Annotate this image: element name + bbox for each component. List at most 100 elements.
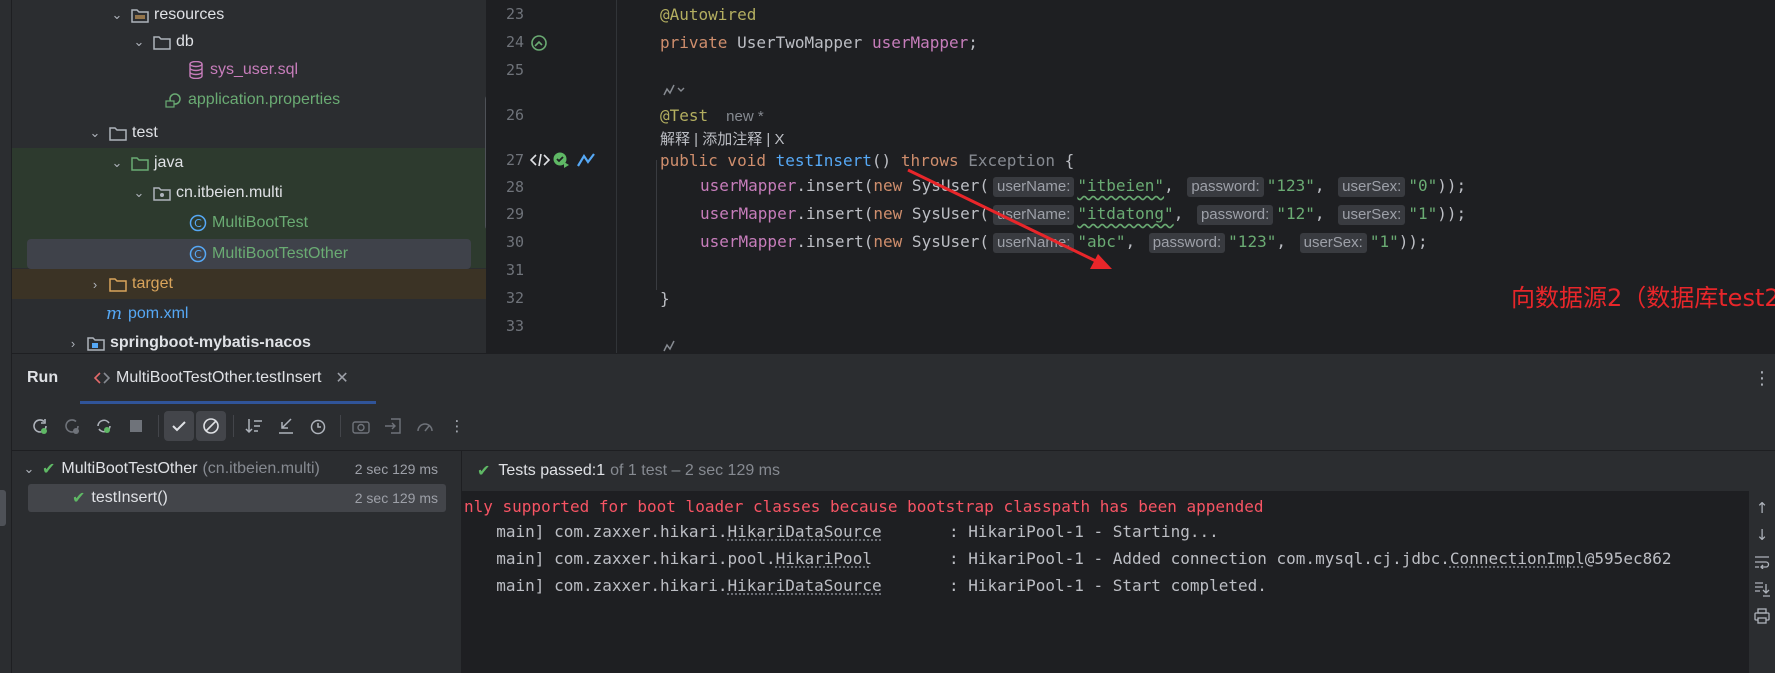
arrow-down-icon[interactable]: ↓ <box>1752 525 1772 545</box>
console-line: main] com.zaxxer.hikari.HikariDataSource… <box>477 576 1267 595</box>
ai-actions-inlay[interactable]: 解释 | 添加注释 | X <box>660 128 784 149</box>
code-line: private UserTwoMapper userMapper; <box>660 33 978 52</box>
console-line: main] com.zaxxer.hikari.HikariDataSource… <box>477 522 1218 541</box>
tree-item-label: resources <box>154 6 225 23</box>
tree-item-multiboottest[interactable]: C MultiBootTest <box>12 208 486 238</box>
maven-icon: m <box>104 304 124 324</box>
tree-item-module[interactable]: › springboot-mybatis-nacos <box>12 328 486 353</box>
folder-icon <box>152 32 172 52</box>
arrow-up-icon[interactable]: ↑ <box>1752 498 1772 518</box>
tree-item-label: test <box>132 124 158 141</box>
test-class-icon: C <box>188 244 208 264</box>
test-class-icon: C <box>188 213 208 233</box>
log-message: @595ec862 <box>1584 549 1672 568</box>
left-tool-strip <box>0 0 12 673</box>
run-test-icon[interactable] <box>552 151 570 169</box>
folder-icon <box>108 123 128 143</box>
scroll-to-end-icon[interactable] <box>1752 579 1772 599</box>
print-icon[interactable] <box>1752 606 1772 626</box>
show-ignored-icon[interactable] <box>196 411 226 441</box>
console-output[interactable]: nly supported for boot loader classes be… <box>462 491 1749 673</box>
test-case-row[interactable]: ✔ testInsert() 2 sec 129 ms <box>28 484 446 512</box>
author-inlay[interactable]: new * <box>726 108 764 125</box>
run-panel-title[interactable]: Run <box>27 369 58 387</box>
tool-window-marker[interactable] <box>0 490 6 526</box>
chevron-right-icon[interactable]: › <box>64 336 82 351</box>
passed-check-icon: ✔ <box>72 490 86 507</box>
camera-icon[interactable] <box>346 411 376 441</box>
param-hint: userSex: <box>1338 205 1406 225</box>
keyword: new <box>873 176 903 195</box>
coverage-icon[interactable] <box>410 411 440 441</box>
ai-assistant-icon[interactable] <box>576 152 596 168</box>
tree-item-application-properties[interactable]: application.properties <box>12 85 486 115</box>
tree-item-resources[interactable]: ⌄ resources <box>12 0 486 30</box>
line-number: 23 <box>505 5 524 23</box>
line-number: 24 <box>505 33 524 51</box>
string-literal: "1" <box>1369 232 1399 251</box>
chevron-down-icon[interactable]: ⌄ <box>108 155 126 171</box>
punct: ; <box>968 33 978 52</box>
passed-check-icon: ✔ <box>477 463 491 480</box>
tab-run-configuration[interactable]: MultiBootTestOther.testInsert ✕ <box>94 364 349 392</box>
database-icon <box>186 60 206 80</box>
class-link[interactable]: HikariDataSource <box>727 576 881 595</box>
toolbar-separator <box>340 415 341 437</box>
rerun-icon[interactable] <box>25 411 55 441</box>
module-folder-icon <box>86 333 106 353</box>
string-literal: "0" <box>1408 176 1438 195</box>
tree-item-db[interactable]: ⌄ db <box>12 27 486 57</box>
toolbar-separator <box>233 415 234 437</box>
class-link[interactable]: HikariDataSource <box>727 522 881 541</box>
import-icon[interactable] <box>378 411 408 441</box>
class-link[interactable]: ConnectionImpl <box>1450 549 1585 568</box>
tree-item-java[interactable]: ⌄ java <box>12 148 486 178</box>
active-tab-indicator <box>80 401 376 404</box>
close-icon[interactable]: ✕ <box>335 368 348 388</box>
chevron-down-icon[interactable]: ⌄ <box>108 7 126 23</box>
more-options-icon[interactable]: ⋮ <box>1753 368 1771 389</box>
code-vision-inlay-icon[interactable] <box>660 82 686 102</box>
history-icon[interactable] <box>303 411 333 441</box>
tree-item-label: java <box>154 154 184 171</box>
run-tool-window: Run MultiBootTestOther.testInsert ✕ ⋮ ⋮ … <box>12 353 1775 673</box>
test-duration: 2 sec 129 ms <box>354 461 438 477</box>
chevron-right-icon[interactable]: › <box>86 277 104 292</box>
toggle-auto-test-icon[interactable] <box>89 411 119 441</box>
soft-wrap-icon[interactable] <box>1752 552 1772 572</box>
tree-item-pom[interactable]: m pom.xml <box>12 299 486 329</box>
class-link[interactable]: HikariPool <box>776 549 872 568</box>
tree-item-sys-user-sql[interactable]: sys_user.sql <box>12 55 486 85</box>
run-toolbar: ⋮ <box>12 408 492 444</box>
console-side-toolbar: ↑ ↓ <box>1749 491 1775 673</box>
tree-item-package[interactable]: ⌄ cn.itbeien.multi <box>12 178 486 208</box>
spring-config-icon <box>164 90 184 110</box>
sort-icon[interactable] <box>239 411 269 441</box>
tree-item-test[interactable]: ⌄ test <box>12 118 486 148</box>
stop-icon[interactable] <box>121 411 151 441</box>
show-passed-icon[interactable] <box>164 411 194 441</box>
tree-item-multiboottestother[interactable]: C MultiBootTestOther <box>27 239 471 269</box>
tree-item-target[interactable]: › target <box>12 269 486 299</box>
more-vertical-icon[interactable]: ⋮ <box>442 411 472 441</box>
rerun-failed-icon[interactable] <box>57 411 87 441</box>
param-hint: password: <box>1148 233 1226 253</box>
test-case-name: testInsert() <box>91 489 168 506</box>
chevron-down-icon[interactable]: ⌄ <box>130 34 148 50</box>
code-vision-inlay-icon[interactable] <box>660 338 686 353</box>
chevron-down-icon[interactable]: ⌄ <box>130 185 148 201</box>
log-message: : HikariPool-1 - Added connection com.my… <box>871 549 1450 568</box>
indent-guide <box>656 160 657 290</box>
line-number: 26 <box>505 106 524 124</box>
chevron-down-icon[interactable]: ⌄ <box>86 125 104 141</box>
collapse-icon[interactable] <box>271 411 301 441</box>
line-number: 28 <box>505 178 524 196</box>
string-literal: "1" <box>1408 204 1438 223</box>
test-source-folder-icon <box>130 153 150 173</box>
code-editor[interactable]: 23 24 25 26 27 28 29 30 31 32 33 @Autowi… <box>486 0 1775 353</box>
test-suite-row[interactable]: ⌄ ✔ MultiBootTestOther (cn.itbeien.multi… <box>20 455 446 483</box>
code-vision-icon[interactable] <box>530 152 550 168</box>
autowired-bean-icon[interactable] <box>530 34 548 52</box>
chevron-down-icon[interactable]: ⌄ <box>20 461 38 477</box>
code-line: @Autowired <box>660 5 757 24</box>
